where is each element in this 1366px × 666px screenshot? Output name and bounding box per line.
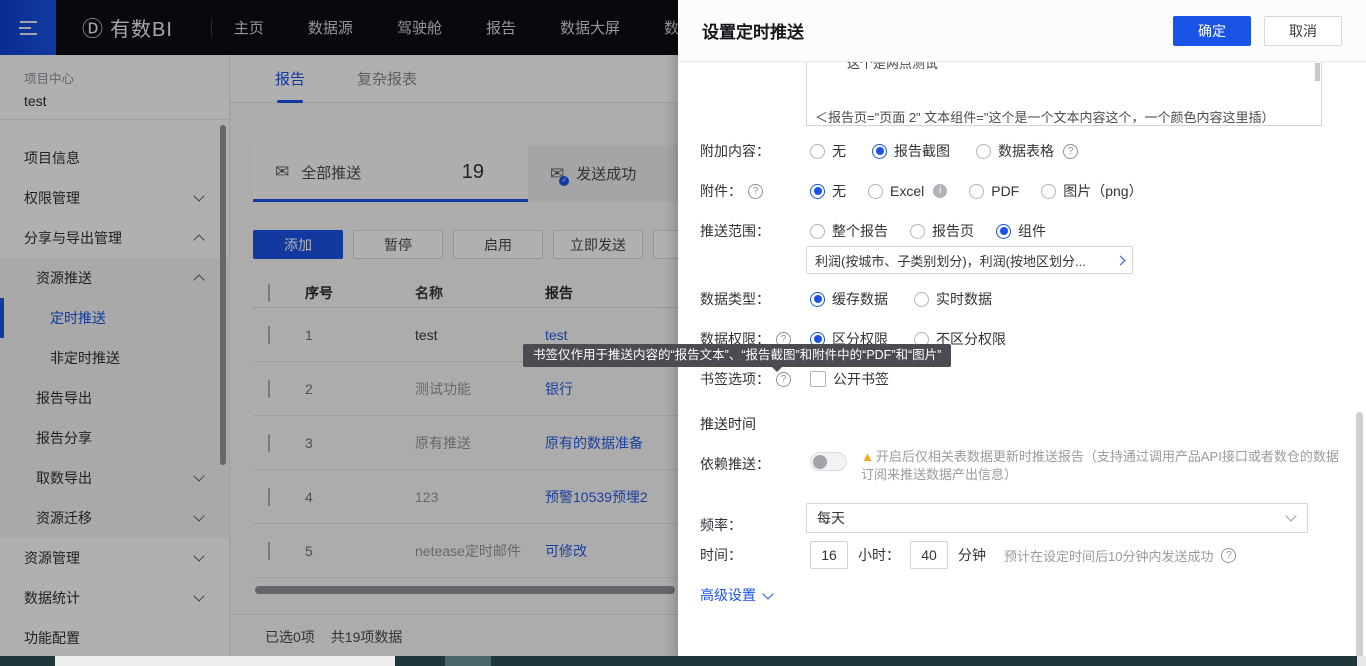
radio-checked-icon [996, 224, 1011, 239]
radio-icon [810, 144, 825, 159]
radio-icon [914, 292, 929, 307]
radio-icon [1041, 184, 1056, 199]
radio-attach-excel[interactable]: Exceli [868, 183, 947, 199]
data-type-row: 数据类型： 缓存数据 实时数据 [700, 286, 1342, 312]
attachment-row: 附件：? 无 Exceli PDF 图片（png） [700, 178, 1342, 204]
chevron-down-icon [762, 588, 773, 599]
radio-attach-none[interactable]: 无 [810, 181, 846, 201]
tooltip-caret [772, 367, 782, 372]
radio-icon [969, 184, 984, 199]
toggle-knob [813, 455, 827, 469]
textarea-scrollbar[interactable] [1315, 63, 1320, 81]
scheduled-push-drawer: 设置定时推送 确定 取消 这个是两点测试 ＜报告页="页面 2" 文本组件="这… [678, 0, 1366, 666]
radio-realtime-data[interactable]: 实时数据 [914, 289, 992, 309]
radio-attach-pdf[interactable]: PDF [969, 183, 1019, 199]
radio-cached-data[interactable]: 缓存数据 [810, 289, 888, 309]
radio-checked-icon [810, 184, 825, 199]
warning-icon: ▲ [861, 449, 874, 464]
drawer-scrollbar[interactable] [1356, 412, 1363, 662]
report-text-textarea[interactable]: 这个是两点测试 ＜报告页="页面 2" 文本组件="这个是一个文本内容这个，一个… [806, 62, 1322, 126]
time-row: 时间： 小时： 分钟 预计在设定时间后10分钟内发送成功? [700, 541, 1342, 569]
radio-icon [810, 224, 825, 239]
radio-none[interactable]: 无 [810, 141, 846, 161]
question-icon[interactable]: ? [1063, 144, 1078, 159]
attach-content-row: 附加内容： 无 报告截图 数据表格? [700, 138, 1342, 164]
chevron-down-icon [1285, 510, 1296, 521]
radio-report-page[interactable]: 报告页 [910, 221, 974, 241]
checkbox-icon [810, 371, 826, 387]
hour-input[interactable] [810, 541, 848, 569]
bookmark-tooltip: 书签仅作用于推送内容的“报告文本”、“报告截图”和附件中的“PDF”和“图片” [523, 344, 951, 367]
radio-data-table[interactable]: 数据表格? [976, 141, 1078, 161]
cancel-button[interactable]: 取消 [1264, 16, 1342, 46]
depend-push-toggle[interactable] [810, 452, 847, 471]
radio-checked-icon [872, 144, 887, 159]
public-bookmark-checkbox[interactable]: 公开书签 [810, 369, 889, 389]
radio-report-screenshot[interactable]: 报告截图 [872, 141, 950, 161]
bookmark-option-row: 书签选项：? 公开书签 [700, 366, 1342, 392]
info-icon[interactable]: i [933, 184, 947, 198]
radio-icon [910, 224, 925, 239]
question-icon[interactable]: ? [776, 372, 791, 387]
drawer-overlay-mask[interactable] [0, 0, 678, 666]
question-icon[interactable]: ? [748, 184, 763, 199]
confirm-button[interactable]: 确定 [1173, 16, 1251, 46]
depend-push-row: 依赖推送： ▲开启后仅相关表数据更新时推送报告（支持通过调用产品API接口或者数… [700, 448, 1342, 484]
radio-icon [868, 184, 883, 199]
component-selector[interactable]: 利润(按城市、子类别划分)，利润(按地区划分... [806, 246, 1133, 274]
question-icon[interactable]: ? [1221, 548, 1236, 563]
radio-whole-report[interactable]: 整个报告 [810, 221, 888, 241]
push-time-section-title: 推送时间 [700, 414, 756, 434]
radio-icon [976, 144, 991, 159]
advanced-settings-link[interactable]: 高级设置 [700, 585, 772, 605]
radio-component[interactable]: 组件 [996, 221, 1046, 241]
minute-input[interactable] [910, 541, 948, 569]
drawer-title: 设置定时推送 [702, 18, 804, 43]
push-scope-row: 推送范围： 整个报告 报告页 组件 [700, 218, 1342, 244]
radio-checked-icon [810, 292, 825, 307]
frequency-select[interactable]: 每天 [806, 503, 1308, 533]
radio-attach-png[interactable]: 图片（png） [1041, 181, 1142, 201]
drawer-header: 设置定时推送 确定 取消 [678, 0, 1366, 62]
chevron-right-icon [1116, 255, 1126, 265]
taskbar-strip [0, 656, 1366, 666]
